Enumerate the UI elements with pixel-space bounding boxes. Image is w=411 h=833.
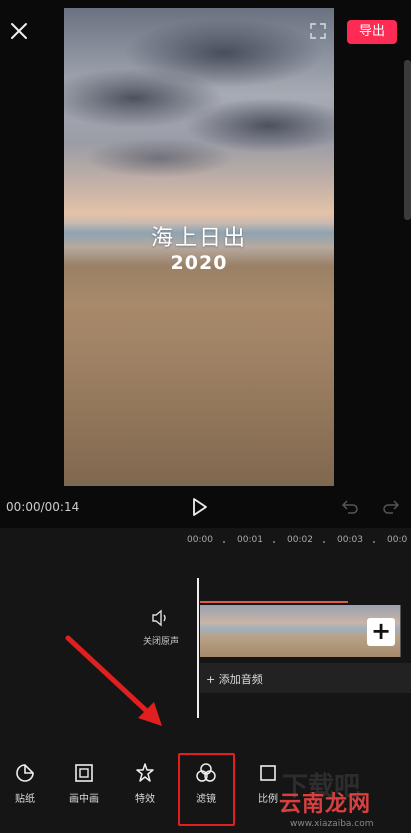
ruler-dot (373, 541, 375, 543)
picture-in-picture-icon (73, 762, 95, 784)
tool-sticker[interactable]: 贴纸 (0, 762, 50, 805)
tool-picture-in-picture[interactable]: 画中画 (59, 762, 109, 805)
ruler-dot (323, 541, 325, 543)
clip-indicator (200, 601, 348, 603)
tool-effects[interactable]: 特效 (120, 762, 170, 805)
fullscreen-icon[interactable] (309, 22, 327, 40)
filter-highlight-box (178, 753, 235, 826)
playhead[interactable] (197, 578, 199, 718)
close-icon[interactable] (8, 20, 30, 42)
video-preview[interactable]: 海上日出 2020 (64, 8, 334, 486)
ruler-tick-2: 00:02 (287, 535, 313, 545)
add-clip-button[interactable]: + (367, 618, 395, 646)
play-icon[interactable] (190, 496, 210, 518)
export-button[interactable]: 导出 (347, 20, 397, 44)
effects-icon (134, 762, 156, 784)
timecode: 00:00/00:14 (6, 500, 80, 514)
annotation-arrow (65, 635, 162, 726)
ruler-dot (273, 541, 275, 543)
preview-title: 海上日出 (150, 226, 247, 251)
side-scroll-handle (404, 60, 411, 220)
tool-label: 画中画 (69, 794, 99, 805)
add-audio-label[interactable]: + 添加音频 (206, 671, 263, 687)
ruler-tick-1: 00:01 (237, 535, 263, 545)
undo-icon[interactable] (340, 498, 360, 516)
clip-frame (300, 605, 351, 657)
preview-year: 2020 (170, 252, 228, 274)
tool-label: 特效 (135, 794, 155, 805)
ruler-tick-4: 00:0 (387, 535, 408, 545)
ruler-tick-3: 00:03 (337, 535, 363, 545)
watermark-url: www.xiazaiba.com (290, 819, 374, 829)
tool-label: 贴纸 (15, 794, 35, 805)
ruler-dot (223, 541, 225, 543)
ratio-icon (257, 762, 279, 784)
speaker-icon[interactable] (150, 609, 170, 627)
clip-frame (200, 605, 251, 657)
redo-icon[interactable] (381, 498, 401, 516)
clip-frame (250, 605, 301, 657)
sticker-icon (14, 762, 36, 784)
ruler-tick-0: 00:00 (187, 535, 213, 545)
watermark-site-text: 云南龙网 (279, 792, 372, 817)
